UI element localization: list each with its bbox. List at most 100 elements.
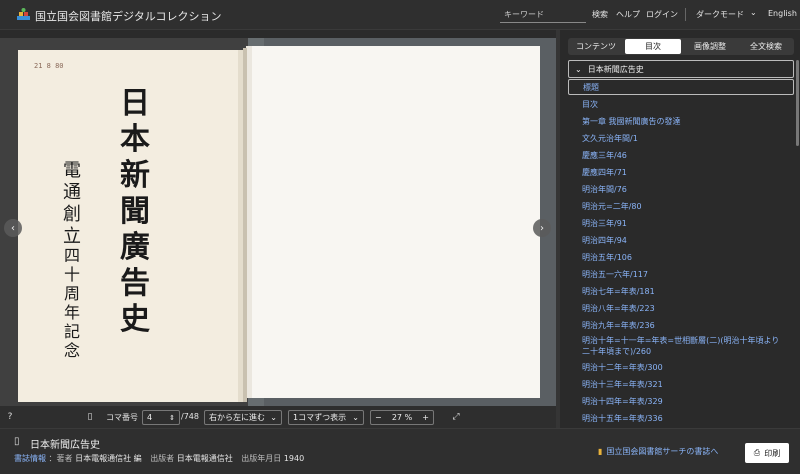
toc-item[interactable]: 明治五年/106 <box>582 252 787 263</box>
toc-item[interactable]: 明治五一六年/117 <box>582 269 787 280</box>
help-link[interactable]: ヘルプ <box>616 9 640 20</box>
toc-section-title: 日本新聞広告史 <box>587 64 644 74</box>
zoom-out-icon[interactable]: − <box>375 413 382 422</box>
direction-select[interactable]: 右から左に進む ⌄ <box>204 410 282 425</box>
tab-fulltext-search[interactable]: 全文検索 <box>738 38 794 55</box>
stepper-icon[interactable]: ⇕ <box>169 414 175 422</box>
toc-item[interactable]: 文久元治年間/1 <box>582 133 787 144</box>
zoom-value: 27 <box>391 413 403 422</box>
direction-value: 右から左に進む <box>209 413 265 422</box>
cover-title-char: 史 <box>120 302 150 337</box>
chevron-down-icon[interactable]: ⌄ <box>750 8 757 17</box>
publisher-value: 日本電報通信社 <box>176 454 233 463</box>
zoom-readout: 27 % <box>392 413 412 422</box>
toc-item[interactable]: 明治三年/91 <box>582 218 787 229</box>
toc-item[interactable]: 明治十年=十一年=年表=世相斷層(二)(明治十年頃より二十年頃まで)/260 <box>582 335 787 357</box>
printer-icon: ⎙ <box>753 448 761 457</box>
toc-item[interactable]: 明治七年=年表/181 <box>582 286 787 297</box>
chevron-right-icon: › <box>540 222 544 234</box>
toc-item[interactable]: 明治九年=年表/236 <box>582 320 787 331</box>
author-value: 日本電報通信社 編 <box>75 454 142 463</box>
toc-item[interactable]: 明治十三年=年表/321 <box>582 379 787 390</box>
cover-author-char: 四 <box>63 246 80 265</box>
cover-title-char: 新 <box>120 158 150 193</box>
toc-scrollbar[interactable] <box>796 60 799 146</box>
help-circle-icon[interactable]: ? <box>4 411 16 423</box>
zoom-in-icon[interactable]: + <box>422 413 429 422</box>
cover-author-char: 記 <box>63 322 80 341</box>
tab-toc[interactable]: 目次 <box>625 39 681 54</box>
page-number-label: コマ番号 <box>106 413 138 422</box>
print-label: 印刷 <box>764 448 781 458</box>
page-total: /748 <box>181 412 199 421</box>
site-title[interactable]: 国立国会図書館デジタルコレクション <box>35 8 222 24</box>
cover-author-char: 通 <box>63 182 81 203</box>
fullscreen-icon[interactable]: ⤢ <box>450 411 462 423</box>
book-title: 日本新聞広告史 <box>30 440 100 451</box>
toc-item[interactable]: 明治十五年=年表/336 <box>582 413 787 424</box>
toc-item[interactable]: 慶應三年/46 <box>582 150 787 161</box>
chevron-down-icon: ⌄ <box>270 413 277 422</box>
ndl-search-label: 国立国会図書館サーチの書誌へ <box>606 447 719 456</box>
cover-author-char: 十 <box>63 265 80 284</box>
side-panel: コンテンツ 目次 画像調整 全文検索 ⌄ 日本新聞広告史 標題 目次 第一章 我… <box>560 30 800 428</box>
zoom-unit: % <box>404 413 413 422</box>
toc-list: ⌄ 日本新聞広告史 標題 目次 第一章 我國新聞廣告の發達 文久元治年間/1 慶… <box>568 60 795 428</box>
viewer-toolbar: ? ▯ コマ番号 4 ⇕ /748 右から左に進む ⌄ 1コマずつ表示 ⌄ − … <box>0 406 556 428</box>
bookmark-icon[interactable]: ▯ <box>14 436 20 447</box>
ndl-search-link[interactable]: ▮ 国立国会図書館サーチの書誌へ <box>598 446 718 457</box>
toc-item[interactable]: 明治元=二年/80 <box>582 201 787 212</box>
cover-title-char: 廣 <box>120 230 150 265</box>
call-number-stamp: 21 8 80 <box>34 62 64 70</box>
dark-mode-toggle[interactable]: ダークモード <box>696 9 744 20</box>
search-input[interactable] <box>500 6 586 23</box>
cover-author-char: 立 <box>63 226 81 247</box>
toc-item-selected[interactable]: 標題 <box>568 79 794 95</box>
chevron-down-icon: ⌄ <box>575 64 582 74</box>
cover-author-char: 念 <box>63 341 80 360</box>
tab-contents[interactable]: コンテンツ <box>568 38 624 55</box>
toc-section-header[interactable]: ⌄ 日本新聞広告史 <box>568 60 794 78</box>
image-viewer[interactable]: 21 8 80 日 本 新 聞 廣 告 史 電 通 創 立 四 十 周 年 記 … <box>0 38 556 406</box>
search-button[interactable]: 検索 <box>592 9 608 20</box>
bib-info-link[interactable]: 書誌情報 <box>14 454 46 463</box>
cover-author-char: 電 <box>63 160 81 181</box>
display-mode-value: 1コマずつ表示 <box>293 413 347 422</box>
toc-item[interactable]: 慶應四年/71 <box>582 167 787 178</box>
tab-image-adjust[interactable]: 画像調整 <box>682 38 738 55</box>
next-page-button[interactable]: › <box>533 219 551 237</box>
author-label: ：著者 <box>48 454 73 463</box>
bibliographic-footer: ▯ 日本新聞広告史 書誌情報 ：著者 日本電報通信社 編 出版者 日本電報通信社… <box>0 428 800 474</box>
cover-title-char: 本 <box>120 122 150 157</box>
header-divider <box>685 8 686 21</box>
bookmark-icon[interactable]: ▯ <box>84 411 96 423</box>
publisher-label: 出版者 <box>150 454 175 463</box>
toc-item[interactable]: 明治四年/94 <box>582 235 787 246</box>
cover-author-char: 周 <box>63 284 80 303</box>
cover-title-char: 日 <box>120 86 150 121</box>
prev-page-button[interactable]: ‹ <box>4 219 22 237</box>
display-mode-select[interactable]: 1コマずつ表示 ⌄ <box>288 410 364 425</box>
bibliographic-info: 書誌情報 ：著者 日本電報通信社 編 出版者 日本電報通信社 出版年月日 194… <box>14 453 310 464</box>
cover-title-char: 告 <box>120 266 150 301</box>
print-button[interactable]: ⎙ 印刷 <box>745 443 789 463</box>
cover-author-char: 創 <box>63 204 81 225</box>
ndl-logo-icon[interactable] <box>16 7 31 22</box>
cover-title: 日 本 新 聞 廣 告 史 <box>118 86 152 338</box>
toc-item[interactable]: 明治十四年=年表/329 <box>582 396 787 407</box>
toc-item[interactable]: 明治十二年=年表/300 <box>582 362 787 373</box>
zoom-control[interactable]: − 27 % + <box>370 410 434 425</box>
date-value: 1940 <box>283 454 305 463</box>
toc-item[interactable]: 明治年間/76 <box>582 184 787 195</box>
toc-item[interactable]: 明治八年=年表/223 <box>582 303 787 314</box>
chevron-left-icon: ‹ <box>11 222 15 234</box>
language-switch[interactable]: English <box>768 9 797 18</box>
cover-author-col: 電 通 創 立 <box>60 160 84 248</box>
cover-title-char: 聞 <box>120 194 150 229</box>
toc-item[interactable]: 第一章 我國新聞廣告の發達 <box>582 116 787 127</box>
ndl-search-icon: ▮ <box>598 447 603 456</box>
app-header: 国立国会図書館デジタルコレクション 検索 ヘルプ ログイン ダークモード ⌄ E… <box>0 0 800 30</box>
page-number-input[interactable]: 4 ⇕ <box>142 410 180 425</box>
login-link[interactable]: ログイン <box>646 9 678 20</box>
toc-item[interactable]: 目次 <box>582 99 787 110</box>
